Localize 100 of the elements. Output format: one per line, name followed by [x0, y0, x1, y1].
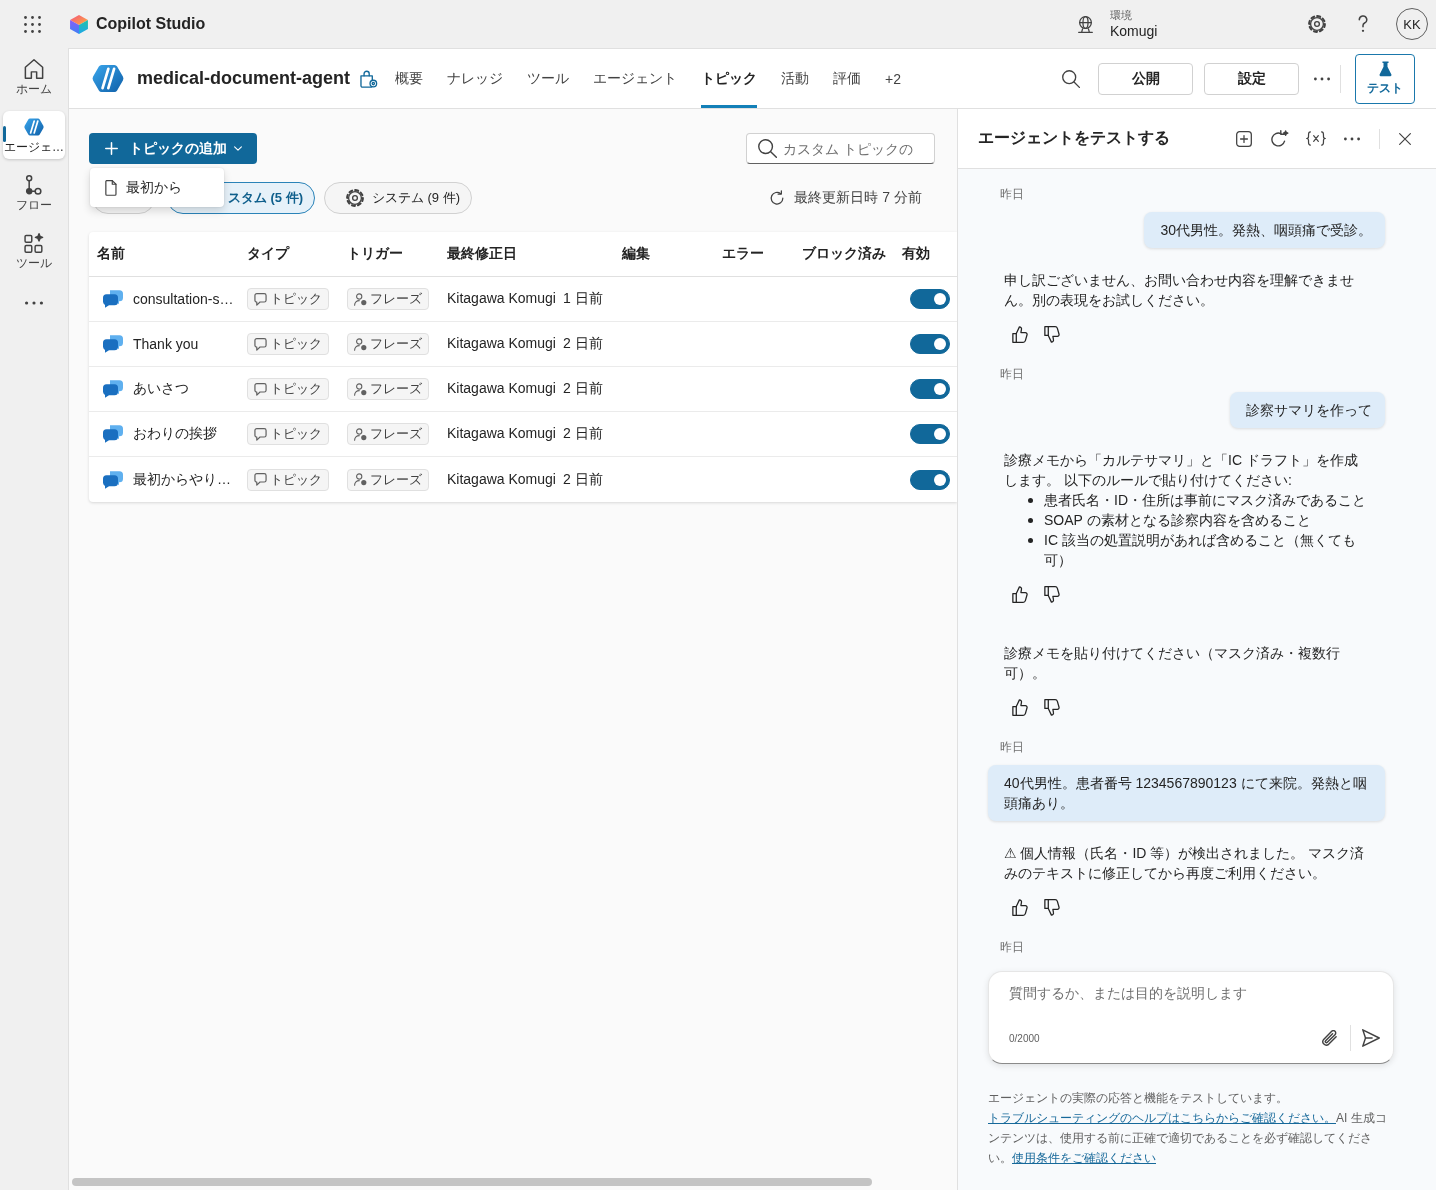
enabled-toggle[interactable]: [910, 469, 950, 490]
chat-bubbles-icon: [103, 335, 123, 353]
thumbs-up-icon[interactable]: [1012, 698, 1028, 716]
modified-time: 2 日前: [562, 380, 603, 398]
text-link[interactable]: 使用条件をご確認ください: [1012, 1151, 1156, 1165]
enabled-toggle[interactable]: [910, 334, 950, 354]
more-icon[interactable]: [25, 301, 43, 305]
author-name: Kitagawa Komugi: [447, 380, 556, 398]
chat-icon: [254, 337, 267, 351]
column-header: タイプ: [247, 245, 291, 263]
tag-label: トピック: [270, 335, 322, 353]
horizontal-scrollbar[interactable]: [72, 1178, 872, 1186]
nav-tab[interactable]: ツール: [527, 49, 570, 108]
topic-name[interactable]: おわりの挨拶: [133, 425, 217, 443]
chat-icon: [254, 382, 267, 396]
author-name: Kitagawa Komugi: [447, 335, 556, 353]
thumbs-down-icon[interactable]: [1044, 325, 1060, 343]
topic-name[interactable]: consultation-s…: [133, 291, 234, 307]
message-timestamp: 昨日: [999, 939, 1024, 955]
close-icon[interactable]: [1399, 132, 1411, 145]
column-header: 編集: [622, 245, 651, 263]
add-topic-button[interactable]: トピックの追加: [89, 133, 257, 164]
tag-label: トピック: [270, 425, 322, 443]
variables-icon[interactable]: [1306, 131, 1326, 146]
search-field[interactable]: カスタム トピックの: [746, 133, 935, 164]
thumbs-up-icon[interactable]: [1012, 325, 1028, 343]
waffle-menu-icon[interactable]: [24, 15, 41, 33]
refresh-button[interactable]: 最終更新日時 7 分前: [769, 189, 922, 207]
nav-tab[interactable]: 評価: [833, 49, 862, 108]
send-icon[interactable]: [1362, 1029, 1380, 1047]
publish-button[interactable]: 公開: [1098, 62, 1193, 95]
thumbs-down-icon[interactable]: [1044, 698, 1060, 716]
settings-button[interactable]: 設定: [1204, 62, 1299, 95]
thumbs-up-icon[interactable]: [1012, 898, 1028, 916]
enabled-toggle[interactable]: [910, 424, 950, 444]
thumbs-up-icon[interactable]: [1012, 585, 1028, 603]
filter-chip[interactable]: システム (9 件): [324, 182, 472, 214]
more-icon[interactable]: [1314, 76, 1330, 81]
menu-item[interactable]: 最初から: [90, 168, 224, 207]
user-message-bubble: 診察サマリを作って: [1230, 392, 1385, 428]
nav-item[interactable]: ツール: [3, 227, 65, 275]
plus-square-icon[interactable]: [1236, 130, 1252, 147]
enabled-toggle[interactable]: [910, 289, 950, 309]
tag-label: トピック: [270, 380, 322, 398]
nav-item[interactable]: エージェ…: [3, 111, 65, 159]
chat-icon: [254, 292, 267, 306]
bag-icon[interactable]: [360, 69, 379, 88]
thumbs-down-icon[interactable]: [1044, 585, 1060, 603]
bot-message: 診療メモを貼り付けてください（マスク済み・複数行可）。: [1004, 644, 1341, 683]
more-icon[interactable]: [1344, 136, 1360, 141]
help-icon[interactable]: [1358, 15, 1368, 33]
modified-time: 1 日前: [562, 290, 603, 308]
text-link[interactable]: トラブルシューティングのヘルプはこちらからご確認ください。: [988, 1111, 1336, 1125]
grid-sparkle-icon: [24, 233, 44, 253]
enabled-toggle[interactable]: [910, 379, 950, 399]
nodes-icon: [24, 175, 44, 195]
nav-tab[interactable]: +2: [885, 49, 901, 108]
chat-bubbles-icon: [103, 470, 123, 489]
gear-icon: [345, 189, 364, 207]
attach-icon[interactable]: [1321, 1029, 1338, 1047]
test-button[interactable]: テスト: [1355, 53, 1415, 104]
nav-tab[interactable]: 概要: [395, 49, 424, 108]
tag-label: フレーズ: [370, 380, 422, 398]
thumbs-down-icon[interactable]: [1044, 898, 1060, 916]
tag-label: トピック: [270, 470, 322, 489]
column-header: 名前: [97, 245, 126, 263]
author-name: Kitagawa Komugi: [447, 425, 556, 443]
bullet-text: SOAP の素材となる診察内容を含めること: [1044, 511, 1312, 530]
nav-tab[interactable]: エージェント: [593, 49, 678, 108]
bot-message: 申し訳ございません、お問い合わせ内容を理解できません。別の表現をお試しください。: [1004, 271, 1355, 310]
tag-label: フレーズ: [370, 335, 422, 353]
search-icon[interactable]: [1062, 69, 1080, 88]
plus-icon: [105, 142, 118, 155]
bullet-text: 患者氏名・ID・住所は事前にマスク済みであること: [1044, 491, 1367, 510]
app-logo-icon: [70, 14, 88, 34]
tag-label: フレーズ: [370, 470, 422, 489]
nav-tab[interactable]: 活動: [781, 49, 810, 108]
column-header: 有効: [902, 245, 931, 263]
settings-icon[interactable]: [1308, 15, 1326, 33]
environment-label: 環境: [1110, 8, 1132, 22]
nav-tab[interactable]: ナレッジ: [447, 49, 504, 108]
topic-name[interactable]: あいさつ: [133, 380, 189, 398]
refresh-icon: [769, 190, 786, 206]
column-header: エラー: [722, 245, 765, 263]
topic-name[interactable]: Thank you: [133, 336, 199, 352]
flask-icon: [1378, 60, 1392, 77]
message-timestamp: 昨日: [999, 366, 1024, 382]
bot-message: 診療メモから「カルテサマリ」と「IC ドラフト」を作成します。 以下のルールで貼り付けてください:: [1004, 451, 1359, 490]
environment-name[interactable]: Komugi: [1110, 22, 1158, 40]
chat-input-field[interactable]: 質問するか、または目的を説明します: [989, 972, 1393, 1020]
chat-bubbles-icon: [103, 290, 123, 308]
nav-item[interactable]: ホーム: [3, 53, 65, 101]
search-icon: [758, 139, 777, 158]
agent-logo-icon: [24, 117, 44, 137]
tag-label: フレーズ: [370, 425, 422, 443]
topic-name[interactable]: 最初からやり…: [133, 470, 231, 489]
refresh-sparkle-icon[interactable]: [1271, 129, 1289, 148]
nav-item[interactable]: フロー: [3, 169, 65, 217]
disclaimer-text: エージェントの実際の応答と機能をテストしています。 トラブルシューティングのヘルプはこちらからご確認ください。AI 生成コンテンツは、使用する前に正確で適切であることを必ず確認してください。使用条件をご確認ください: [988, 1090, 1388, 1167]
chat-input-box[interactable]: 質問するか、または目的を説明します 0/2000: [988, 971, 1394, 1064]
